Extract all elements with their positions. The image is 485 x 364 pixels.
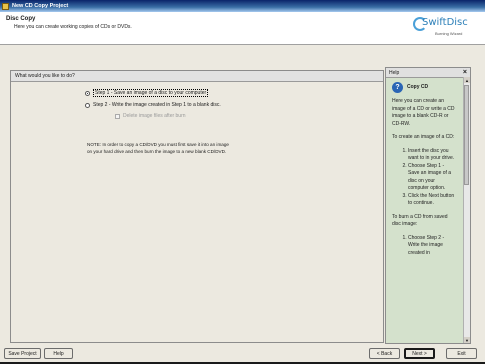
logo-name: SwiftDisc: [422, 17, 468, 28]
scroll-thumb[interactable]: [464, 85, 469, 185]
note-line-2: on your hard drive and then burn the ima…: [87, 149, 227, 154]
window-title: New CD Copy Project: [12, 3, 69, 9]
help-panel: Help × ? Copy CD Here you can create an …: [385, 67, 471, 344]
help-create-step: Choose Step 1 - Save an image of a disc …: [408, 163, 456, 193]
question-header: What would you like to do?: [11, 71, 383, 82]
step1-radio[interactable]: [85, 90, 90, 96]
save-project-button[interactable]: Save Project: [4, 348, 41, 359]
exit-button[interactable]: Exit: [446, 348, 477, 359]
back-button[interactable]: < Back: [369, 348, 400, 359]
note-text: NOTE: In order to copy a CD/DVD you must…: [87, 141, 287, 155]
help-burn-heading: To burn a CD from saved disc image:: [392, 213, 448, 228]
step1-label[interactable]: Step 1 - Save an image of a disc to your…: [93, 89, 209, 97]
delete-images-label: Delete image files after burn: [123, 113, 186, 119]
help-topic: ? Copy CD: [392, 82, 456, 93]
next-button[interactable]: Next >: [404, 348, 435, 359]
scroll-down-icon[interactable]: ▼: [464, 337, 470, 343]
help-content: ? Copy CD Here you can create an image o…: [392, 82, 456, 263]
help-intro: Here you can create an image of a CD or …: [392, 98, 455, 127]
help-create-heading: To create an image of a CD:: [392, 134, 455, 140]
step1-option[interactable]: Step 1 - Save an image of a disc to your…: [85, 89, 209, 97]
window-titlebar: New CD Copy Project: [0, 0, 485, 12]
help-panel-title: Help: [389, 69, 400, 76]
options-panel: What would you like to do? Step 1 - Save…: [10, 70, 384, 343]
logo-subtitle: Burning Wizard: [435, 31, 463, 36]
step2-option[interactable]: Step 2 - Write the image created in Step…: [85, 102, 221, 108]
app-icon: [2, 2, 9, 10]
help-create-step: Insert the disc you want to in your driv…: [408, 148, 456, 163]
scroll-up-icon[interactable]: ▲: [464, 77, 470, 83]
step2-label[interactable]: Step 2 - Write the image created in Step…: [93, 102, 221, 108]
help-topic-title: Copy CD: [407, 83, 429, 90]
help-button[interactable]: Help: [44, 348, 73, 359]
page-title: Disc Copy: [6, 16, 36, 22]
step2-radio[interactable]: [85, 102, 90, 108]
help-burn-step: Choose Step 2 - Write the image created …: [408, 235, 456, 258]
note-line-1: NOTE: In order to copy a CD/DVD you must…: [87, 142, 229, 147]
help-question-icon: ?: [392, 82, 403, 93]
delete-images-option: Delete image files after burn: [115, 113, 186, 119]
help-create-steps: Insert the disc you want to in your driv…: [392, 148, 456, 208]
page-description: Here you can create working copies of CD…: [14, 24, 132, 30]
help-scrollbar[interactable]: ▲ ▼: [463, 77, 470, 343]
swiftdisc-logo: SwiftDisc Burning Wizard: [413, 15, 477, 39]
page-header: Disc Copy Here you can create working co…: [0, 12, 485, 45]
help-create-step: Click the Next button to continue.: [408, 193, 456, 208]
help-close-icon[interactable]: ×: [463, 69, 467, 76]
help-panel-header: Help ×: [386, 68, 470, 78]
help-burn-steps: Choose Step 2 - Write the image created …: [392, 235, 456, 258]
delete-images-checkbox: [115, 113, 120, 119]
